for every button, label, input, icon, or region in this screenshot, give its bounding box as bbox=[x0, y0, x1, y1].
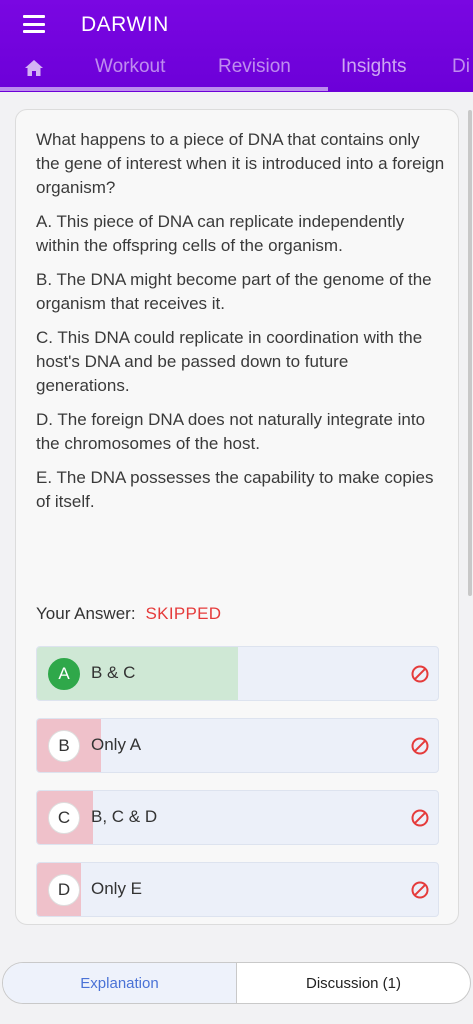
bottom-bar: Explanation Discussion (1) bbox=[0, 940, 473, 1024]
statement-d: D. The foreign DNA does not naturally in… bbox=[36, 410, 426, 453]
statement-c: C. This DNA could replicate in coordinat… bbox=[36, 328, 423, 395]
tab-workout[interactable]: Workout bbox=[95, 56, 165, 78]
your-answer-label: Your Answer: bbox=[36, 604, 136, 623]
tab-insights[interactable]: Insights bbox=[341, 56, 406, 78]
question-block: What happens to a piece of DNA that cont… bbox=[36, 128, 446, 524]
option-a-letter: A bbox=[48, 658, 80, 690]
your-answer: Your Answer: SKIPPED bbox=[36, 604, 221, 624]
scrollbar[interactable] bbox=[468, 110, 472, 596]
no-entry-icon bbox=[411, 665, 429, 683]
no-entry-icon bbox=[411, 881, 429, 899]
option-c[interactable]: C B, C & D bbox=[36, 790, 439, 845]
option-d-letter: D bbox=[48, 874, 80, 906]
statement-b: B. The DNA might become part of the geno… bbox=[36, 270, 432, 313]
app-bar: DARWIN Workout Revision Insights Di bbox=[0, 0, 473, 92]
option-b-label: Only A bbox=[91, 735, 142, 754]
option-a[interactable]: A B & C bbox=[36, 646, 439, 701]
menu-icon[interactable] bbox=[23, 15, 45, 33]
option-d[interactable]: D Only E bbox=[36, 862, 439, 917]
question-text: What happens to a piece of DNA that cont… bbox=[36, 130, 445, 197]
home-icon[interactable] bbox=[24, 59, 44, 77]
option-b[interactable]: B Only A bbox=[36, 718, 439, 773]
answer-status: SKIPPED bbox=[145, 604, 222, 623]
question-card: What happens to a piece of DNA that cont… bbox=[15, 109, 459, 925]
option-c-letter: C bbox=[48, 802, 80, 834]
discussion-button[interactable]: Discussion (1) bbox=[237, 963, 470, 1003]
option-d-label: Only E bbox=[91, 879, 143, 898]
option-c-label: B, C & D bbox=[91, 807, 158, 826]
option-a-label: B & C bbox=[91, 663, 136, 682]
app-title: DARWIN bbox=[81, 13, 169, 36]
tab-indicator bbox=[0, 87, 328, 91]
no-entry-icon bbox=[411, 809, 429, 827]
statement-a: A. This piece of DNA can replicate indep… bbox=[36, 212, 405, 255]
tab-revision[interactable]: Revision bbox=[218, 56, 291, 78]
segmented-control: Explanation Discussion (1) bbox=[2, 962, 471, 1004]
statement-e: E. The DNA possesses the capability to m… bbox=[36, 468, 434, 511]
option-b-letter: B bbox=[48, 730, 80, 762]
no-entry-icon bbox=[411, 737, 429, 755]
explanation-button[interactable]: Explanation bbox=[3, 963, 237, 1003]
tab-bar: Workout Revision Insights Di bbox=[0, 52, 473, 88]
tab-di[interactable]: Di bbox=[452, 56, 470, 78]
